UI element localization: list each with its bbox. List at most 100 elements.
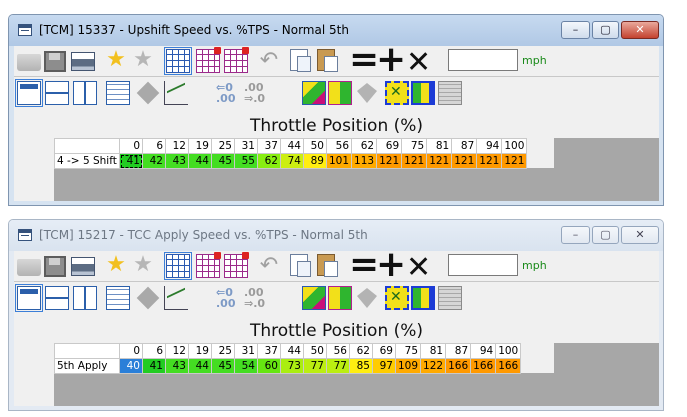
column-header[interactable]: 81 bbox=[420, 343, 447, 359]
decrease-decimals-icon[interactable]: ⇐0.00 bbox=[216, 287, 236, 309]
row-label[interactable]: 4 -> 5 Shift bbox=[54, 153, 120, 169]
color-gradient-alt-icon[interactable] bbox=[328, 81, 352, 105]
column-header[interactable]: 87 bbox=[451, 138, 478, 154]
column-header[interactable]: 12 bbox=[165, 343, 189, 359]
add-favorite-star-icon[interactable]: ★ bbox=[104, 49, 128, 73]
column-header[interactable]: 69 bbox=[376, 138, 403, 154]
color-map-icon[interactable] bbox=[411, 81, 435, 105]
value-cell[interactable]: 44 bbox=[188, 153, 212, 169]
value-cell[interactable]: 42 bbox=[142, 153, 166, 169]
3d-view-icon[interactable] bbox=[136, 286, 160, 310]
column-header[interactable]: 31 bbox=[234, 343, 258, 359]
column-header[interactable]: 75 bbox=[401, 138, 428, 154]
increase-decimals-icon[interactable]: .00 ⇒.0 bbox=[244, 82, 265, 104]
column-header[interactable]: 25 bbox=[211, 138, 235, 154]
value-cell[interactable]: 77 bbox=[326, 358, 350, 374]
column-header[interactable]: 50 bbox=[303, 138, 327, 154]
value-cell[interactable]: 121 bbox=[501, 153, 528, 169]
value-cell[interactable]: 62 bbox=[257, 153, 281, 169]
column-header[interactable]: 69 bbox=[372, 343, 396, 359]
value-cell[interactable]: 166 bbox=[445, 358, 472, 374]
column-header[interactable]: 75 bbox=[394, 343, 422, 359]
decrease-decimals-icon[interactable]: ⇐0.00 bbox=[216, 82, 236, 104]
column-header[interactable]: 19 bbox=[188, 343, 212, 359]
remove-favorite-star-icon[interactable]: ★ bbox=[131, 49, 155, 73]
open-folder-icon[interactable] bbox=[17, 54, 41, 71]
compare-table-icon[interactable] bbox=[196, 47, 221, 73]
value-cell[interactable]: 113 bbox=[351, 153, 378, 169]
row-label[interactable]: 5th Apply bbox=[54, 358, 120, 374]
value-cell[interactable]: 101 bbox=[325, 153, 353, 169]
close-button[interactable]: ✕ bbox=[621, 226, 659, 244]
close-button[interactable]: ✕ bbox=[621, 21, 659, 39]
color-map-icon[interactable] bbox=[411, 286, 435, 310]
column-header[interactable]: 12 bbox=[165, 138, 189, 154]
column-header[interactable]: 94 bbox=[470, 343, 497, 359]
increase-decimals-icon[interactable]: .00 ⇒.0 bbox=[244, 287, 265, 309]
column-header[interactable]: 0 bbox=[119, 343, 143, 359]
difference-table-icon[interactable] bbox=[224, 47, 249, 73]
value-cell[interactable]: 97 bbox=[372, 358, 396, 374]
value-cell[interactable]: 121 bbox=[476, 153, 503, 169]
column-header[interactable]: 25 bbox=[211, 343, 235, 359]
difference-table-icon[interactable] bbox=[224, 252, 249, 278]
value-cell[interactable]: 89 bbox=[303, 153, 327, 169]
remove-favorite-star-icon[interactable]: ★ bbox=[131, 254, 155, 278]
column-header[interactable]: 6 bbox=[142, 343, 166, 359]
value-cell[interactable]: 77 bbox=[303, 358, 327, 374]
value-cell[interactable]: 74 bbox=[280, 153, 304, 169]
column-header[interactable]: 87 bbox=[445, 343, 472, 359]
undo-icon[interactable]: ↶ bbox=[257, 254, 281, 278]
column-header[interactable]: 31 bbox=[234, 138, 258, 154]
value-cell[interactable]: 122 bbox=[420, 358, 447, 374]
value-cell[interactable]: 43 bbox=[165, 358, 189, 374]
column-header[interactable]: 100 bbox=[495, 343, 522, 359]
value-cell[interactable]: 55 bbox=[234, 153, 258, 169]
value-cell[interactable]: 40 bbox=[119, 358, 143, 374]
column-header[interactable]: 81 bbox=[426, 138, 453, 154]
column-header[interactable]: 37 bbox=[257, 343, 281, 359]
color-gradient-icon[interactable] bbox=[302, 81, 326, 105]
value-cell[interactable]: 109 bbox=[394, 358, 422, 374]
column-header[interactable]: 0 bbox=[119, 138, 143, 154]
table-view-icon[interactable] bbox=[164, 47, 192, 75]
column-header[interactable]: 19 bbox=[188, 138, 212, 154]
math-value-input[interactable] bbox=[448, 254, 518, 276]
value-cell[interactable]: 43 bbox=[165, 153, 189, 169]
copy-icon[interactable] bbox=[290, 254, 311, 277]
copy-icon[interactable] bbox=[290, 49, 311, 72]
clear-selection-icon[interactable] bbox=[385, 81, 409, 105]
column-header[interactable]: 44 bbox=[280, 138, 304, 154]
single-view-icon[interactable] bbox=[15, 284, 43, 312]
column-header[interactable]: 100 bbox=[501, 138, 528, 154]
save-icon[interactable] bbox=[44, 256, 66, 277]
value-cell[interactable]: 121 bbox=[401, 153, 428, 169]
add-icon[interactable]: + bbox=[376, 42, 406, 78]
value-cell[interactable]: 54 bbox=[234, 358, 258, 374]
vertical-split-icon[interactable] bbox=[73, 81, 97, 105]
save-icon[interactable] bbox=[44, 51, 66, 72]
print-icon[interactable] bbox=[71, 52, 95, 71]
value-cell[interactable]: 166 bbox=[495, 358, 522, 374]
value-cell[interactable]: 121 bbox=[451, 153, 478, 169]
interpolate-icon[interactable] bbox=[438, 286, 462, 310]
open-folder-icon[interactable] bbox=[17, 259, 41, 276]
value-cell[interactable]: 166 bbox=[470, 358, 497, 374]
value-cell[interactable]: 121 bbox=[376, 153, 403, 169]
graph-icon[interactable] bbox=[164, 286, 188, 310]
smooth-icon[interactable] bbox=[357, 83, 377, 103]
single-view-icon[interactable] bbox=[15, 79, 43, 107]
value-cell[interactable]: 85 bbox=[349, 358, 373, 374]
set-equal-icon[interactable]: = bbox=[349, 42, 379, 78]
vertical-split-icon[interactable] bbox=[73, 286, 97, 310]
horizontal-split-icon[interactable] bbox=[45, 81, 69, 105]
value-cell[interactable]: 41 bbox=[119, 153, 143, 169]
column-header[interactable]: 62 bbox=[349, 343, 373, 359]
compare-table-icon[interactable] bbox=[196, 252, 221, 278]
title-bar[interactable]: [TCM] 15337 - Upshift Speed vs. %TPS - N… bbox=[9, 15, 663, 46]
value-cell[interactable]: 41 bbox=[142, 358, 166, 374]
clear-selection-icon[interactable] bbox=[385, 286, 409, 310]
table-view-icon[interactable] bbox=[164, 252, 192, 280]
column-header[interactable]: 56 bbox=[326, 343, 350, 359]
print-icon[interactable] bbox=[71, 257, 95, 276]
